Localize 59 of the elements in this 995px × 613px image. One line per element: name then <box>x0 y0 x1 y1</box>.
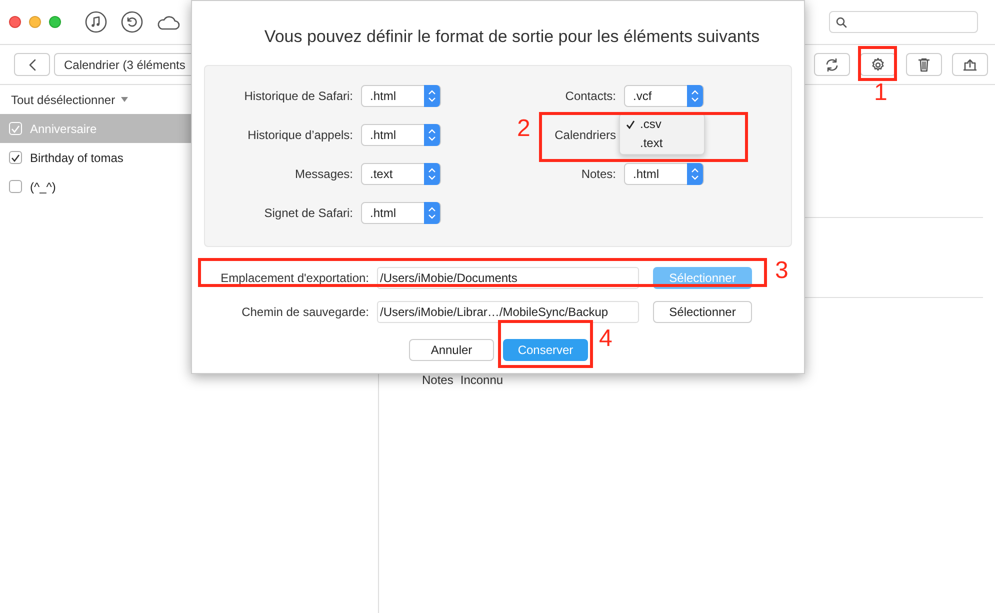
path-field[interactable]: /Users/iMobie/Librar…/MobileSync/Backup <box>377 300 639 322</box>
checkbox[interactable] <box>9 151 22 164</box>
menu-item[interactable]: .text <box>620 134 704 152</box>
field-label: Signet de Safari: <box>264 204 353 222</box>
close-window-button[interactable] <box>9 16 21 28</box>
format-dropdown[interactable]: .html <box>361 84 441 106</box>
field-value: Inconnu <box>460 372 504 389</box>
format-dropdown[interactable]: .html <box>361 124 441 146</box>
format-dropdown[interactable]: .html <box>361 202 441 224</box>
path-field[interactable]: /Users/iMobie/Documents <box>377 266 639 288</box>
list-item-label: Anniversaire <box>30 120 97 138</box>
field-label: Notes <box>422 372 454 389</box>
stepper-icon <box>424 84 440 106</box>
gear-icon <box>870 56 886 72</box>
field-label: Chemin de sauvegarde: <box>240 304 370 320</box>
format-dropdown[interactable]: .html <box>624 162 704 184</box>
field-label: Notes: <box>581 166 616 182</box>
field-label: Contacts: <box>565 88 616 104</box>
annotation-number: 2 <box>517 115 530 143</box>
checkbox[interactable] <box>9 180 22 193</box>
zoom-window-button[interactable] <box>49 16 61 28</box>
field-label: Calendriers <box>554 126 616 144</box>
cloud-icon[interactable] <box>156 14 180 30</box>
export-icon <box>962 56 978 72</box>
export-button[interactable] <box>952 53 988 76</box>
list-item-label: (^_^) <box>30 178 56 196</box>
field-label: Historique de Safari: <box>244 88 353 104</box>
annotation-number: 1 <box>874 79 888 107</box>
trash-icon <box>916 56 932 72</box>
deselect-all-link[interactable]: Tout désélectionner <box>11 90 116 108</box>
select-folder-button[interactable]: Sélectionner <box>653 300 752 322</box>
search-field[interactable] <box>829 11 978 33</box>
cancel-button[interactable]: Annuler <box>409 338 494 360</box>
settings-button[interactable] <box>860 53 896 76</box>
dialog-title: Vous pouvez définir le format de sortie pour les éléments suivants <box>263 26 761 48</box>
field-label: Messages: <box>294 166 353 182</box>
stepper-icon <box>424 162 440 184</box>
menu-item[interactable]: .csv <box>620 114 704 134</box>
annotation-number: 3 <box>775 257 788 285</box>
stepper-icon <box>424 124 440 146</box>
chevron-left-icon <box>28 58 36 70</box>
field-label: Historique d’appels: <box>248 126 353 144</box>
format-dropdown[interactable]: .vcf <box>624 84 704 106</box>
stepper-icon <box>687 162 703 184</box>
stepper-icon <box>424 202 440 224</box>
caret-down-icon <box>121 97 128 102</box>
format-dropdown[interactable]: .text <box>361 162 441 184</box>
music-note-icon[interactable] <box>85 11 107 33</box>
sync-button[interactable] <box>814 53 850 76</box>
sync-icon <box>824 56 840 72</box>
search-icon <box>836 16 847 28</box>
highlight-frame <box>858 46 897 81</box>
checkmark-icon <box>626 120 634 128</box>
field-label: Emplacement d'exportation: <box>220 270 370 286</box>
delete-button[interactable] <box>906 53 942 76</box>
stepper-icon <box>687 84 703 106</box>
annotation-number: 4 <box>599 325 612 353</box>
restore-icon[interactable] <box>121 11 143 33</box>
list-item-label: Birthday of tomas <box>30 150 124 166</box>
